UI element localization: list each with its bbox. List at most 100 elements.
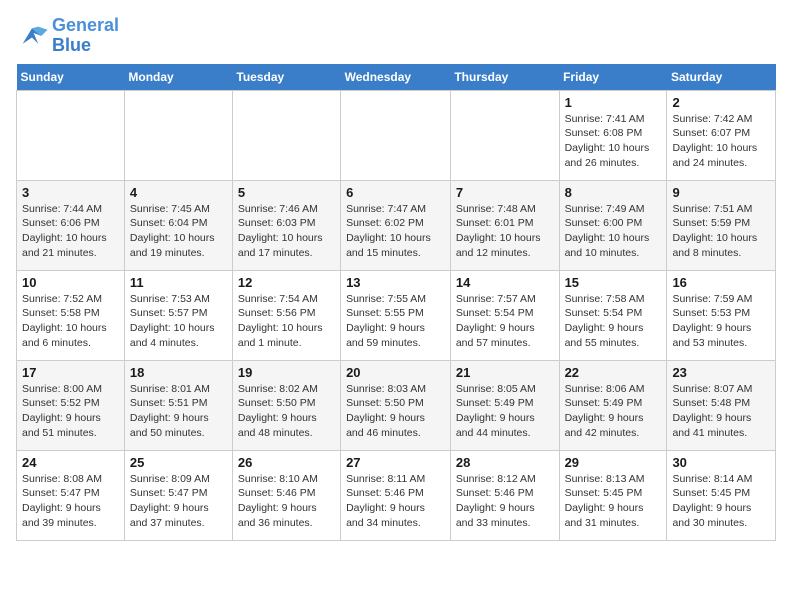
calendar-cell: 29Sunrise: 8:13 AM Sunset: 5:45 PM Dayli… — [559, 450, 667, 540]
calendar-week-row: 1 Sunrise: 7:41 AM Sunset: 6:08 PM Daylig… — [17, 90, 776, 180]
day-info: Sunrise: 8:12 AM Sunset: 5:46 PM Dayligh… — [456, 472, 554, 531]
day-number: 12 — [238, 275, 335, 290]
logo: General Blue — [16, 16, 119, 56]
calendar-header-saturday: Saturday — [667, 64, 776, 91]
calendar-header-thursday: Thursday — [450, 64, 559, 91]
calendar-cell: 27Sunrise: 8:11 AM Sunset: 5:46 PM Dayli… — [341, 450, 451, 540]
calendar-week-row: 17 Sunrise: 8:00 AM Sunset: 5:52 PM Dayli… — [17, 360, 776, 450]
calendar-cell: 30 Sunrise: 8:14 AM Sunset: 5:45 PM Dayli… — [667, 450, 776, 540]
day-info: Sunrise: 7:59 AM Sunset: 5:53 PM Dayligh… — [672, 292, 770, 351]
calendar-cell — [341, 90, 451, 180]
calendar-cell: 13 Sunrise: 7:55 AM Sunset: 5:55 PM Dayli… — [341, 270, 451, 360]
calendar-header-tuesday: Tuesday — [232, 64, 340, 91]
day-info: Sunrise: 8:00 AM Sunset: 5:52 PM Dayligh… — [22, 382, 119, 441]
day-info: Sunrise: 7:46 AM Sunset: 6:03 PM Dayligh… — [238, 202, 335, 261]
day-number: 8 — [565, 185, 662, 200]
day-number: 13 — [346, 275, 445, 290]
day-number: 6 — [346, 185, 445, 200]
logo-text-line1: General Blue — [52, 16, 119, 56]
day-info: Sunrise: 8:01 AM Sunset: 5:51 PM Dayligh… — [130, 382, 227, 441]
day-number: 30 — [672, 455, 770, 470]
calendar-cell: 2 Sunrise: 7:42 AM Sunset: 6:07 PM Daylig… — [667, 90, 776, 180]
day-info: Sunrise: 8:03 AM Sunset: 5:50 PM Dayligh… — [346, 382, 445, 441]
calendar-cell: 14 Sunrise: 7:57 AM Sunset: 5:54 PM Dayli… — [450, 270, 559, 360]
day-info: Sunrise: 8:07 AM Sunset: 5:48 PM Dayligh… — [672, 382, 770, 441]
day-number: 11 — [130, 275, 227, 290]
day-number: 10 — [22, 275, 119, 290]
day-info: Sunrise: 8:05 AM Sunset: 5:49 PM Dayligh… — [456, 382, 554, 441]
calendar-header-wednesday: Wednesday — [341, 64, 451, 91]
day-info: Sunrise: 7:48 AM Sunset: 6:01 PM Dayligh… — [456, 202, 554, 261]
day-number: 14 — [456, 275, 554, 290]
calendar-cell: 26 Sunrise: 8:10 AM Sunset: 5:46 PM Dayli… — [232, 450, 340, 540]
calendar-header-monday: Monday — [124, 64, 232, 91]
calendar-cell — [124, 90, 232, 180]
calendar-cell: 20 Sunrise: 8:03 AM Sunset: 5:50 PM Dayli… — [341, 360, 451, 450]
day-number: 16 — [672, 275, 770, 290]
calendar-cell: 19 Sunrise: 8:02 AM Sunset: 5:50 PM Dayli… — [232, 360, 340, 450]
day-number: 28 — [456, 455, 554, 470]
calendar-header-row: SundayMondayTuesdayWednesdayThursdayFrid… — [17, 64, 776, 91]
day-info: Sunrise: 8:02 AM Sunset: 5:50 PM Dayligh… — [238, 382, 335, 441]
calendar-week-row: 3 Sunrise: 7:44 AM Sunset: 6:06 PM Daylig… — [17, 180, 776, 270]
day-info: Sunrise: 8:09 AM Sunset: 5:47 PM Dayligh… — [130, 472, 227, 531]
calendar-cell: 9 Sunrise: 7:51 AM Sunset: 5:59 PM Daylig… — [667, 180, 776, 270]
day-info: Sunrise: 8:13 AM Sunset: 5:45 PM Dayligh… — [565, 472, 662, 531]
day-info: Sunrise: 7:52 AM Sunset: 5:58 PM Dayligh… — [22, 292, 119, 351]
day-info: Sunrise: 8:14 AM Sunset: 5:45 PM Dayligh… — [672, 472, 770, 531]
calendar-week-row: 24Sunrise: 8:08 AM Sunset: 5:47 PM Dayli… — [17, 450, 776, 540]
day-info: Sunrise: 8:11 AM Sunset: 5:46 PM Dayligh… — [346, 472, 445, 531]
day-number: 15 — [565, 275, 662, 290]
day-number: 17 — [22, 365, 119, 380]
day-info: Sunrise: 7:45 AM Sunset: 6:04 PM Dayligh… — [130, 202, 227, 261]
day-info: Sunrise: 7:57 AM Sunset: 5:54 PM Dayligh… — [456, 292, 554, 351]
calendar-cell — [450, 90, 559, 180]
day-number: 23 — [672, 365, 770, 380]
day-number: 26 — [238, 455, 335, 470]
calendar-cell: 1 Sunrise: 7:41 AM Sunset: 6:08 PM Daylig… — [559, 90, 667, 180]
calendar-cell: 7 Sunrise: 7:48 AM Sunset: 6:01 PM Daylig… — [450, 180, 559, 270]
day-number: 22 — [565, 365, 662, 380]
day-number: 3 — [22, 185, 119, 200]
calendar-week-row: 10 Sunrise: 7:52 AM Sunset: 5:58 PM Dayli… — [17, 270, 776, 360]
calendar-cell — [17, 90, 125, 180]
day-info: Sunrise: 7:44 AM Sunset: 6:06 PM Dayligh… — [22, 202, 119, 261]
day-number: 25 — [130, 455, 227, 470]
day-number: 1 — [565, 95, 662, 110]
day-info: Sunrise: 7:42 AM Sunset: 6:07 PM Dayligh… — [672, 112, 770, 171]
calendar-cell: 15 Sunrise: 7:58 AM Sunset: 5:54 PM Dayli… — [559, 270, 667, 360]
day-number: 20 — [346, 365, 445, 380]
calendar-table: SundayMondayTuesdayWednesdayThursdayFrid… — [16, 64, 776, 541]
calendar-cell: 6 Sunrise: 7:47 AM Sunset: 6:02 PM Daylig… — [341, 180, 451, 270]
day-number: 9 — [672, 185, 770, 200]
calendar-cell: 3 Sunrise: 7:44 AM Sunset: 6:06 PM Daylig… — [17, 180, 125, 270]
day-info: Sunrise: 7:54 AM Sunset: 5:56 PM Dayligh… — [238, 292, 335, 351]
day-info: Sunrise: 8:10 AM Sunset: 5:46 PM Dayligh… — [238, 472, 335, 531]
day-number: 7 — [456, 185, 554, 200]
calendar-cell: 11Sunrise: 7:53 AM Sunset: 5:57 PM Dayli… — [124, 270, 232, 360]
day-info: Sunrise: 8:08 AM Sunset: 5:47 PM Dayligh… — [22, 472, 119, 531]
day-info: Sunrise: 7:51 AM Sunset: 5:59 PM Dayligh… — [672, 202, 770, 261]
calendar-cell: 22Sunrise: 8:06 AM Sunset: 5:49 PM Dayli… — [559, 360, 667, 450]
day-number: 4 — [130, 185, 227, 200]
calendar-header-friday: Friday — [559, 64, 667, 91]
day-number: 18 — [130, 365, 227, 380]
calendar-cell: 17 Sunrise: 8:00 AM Sunset: 5:52 PM Dayli… — [17, 360, 125, 450]
calendar-header-sunday: Sunday — [17, 64, 125, 91]
calendar-cell: 12 Sunrise: 7:54 AM Sunset: 5:56 PM Dayli… — [232, 270, 340, 360]
calendar-cell: 23 Sunrise: 8:07 AM Sunset: 5:48 PM Dayli… — [667, 360, 776, 450]
calendar-cell: 10 Sunrise: 7:52 AM Sunset: 5:58 PM Dayli… — [17, 270, 125, 360]
day-info: Sunrise: 7:41 AM Sunset: 6:08 PM Dayligh… — [565, 112, 662, 171]
calendar-cell: 21Sunrise: 8:05 AM Sunset: 5:49 PM Dayli… — [450, 360, 559, 450]
day-info: Sunrise: 7:55 AM Sunset: 5:55 PM Dayligh… — [346, 292, 445, 351]
day-info: Sunrise: 7:47 AM Sunset: 6:02 PM Dayligh… — [346, 202, 445, 261]
calendar-cell — [232, 90, 340, 180]
calendar-cell: 4 Sunrise: 7:45 AM Sunset: 6:04 PM Daylig… — [124, 180, 232, 270]
day-info: Sunrise: 7:49 AM Sunset: 6:00 PM Dayligh… — [565, 202, 662, 261]
calendar-cell: 24Sunrise: 8:08 AM Sunset: 5:47 PM Dayli… — [17, 450, 125, 540]
day-number: 2 — [672, 95, 770, 110]
day-number: 19 — [238, 365, 335, 380]
calendar-cell: 8 Sunrise: 7:49 AM Sunset: 6:00 PM Daylig… — [559, 180, 667, 270]
day-info: Sunrise: 7:58 AM Sunset: 5:54 PM Dayligh… — [565, 292, 662, 351]
calendar-cell: 28 Sunrise: 8:12 AM Sunset: 5:46 PM Dayli… — [450, 450, 559, 540]
